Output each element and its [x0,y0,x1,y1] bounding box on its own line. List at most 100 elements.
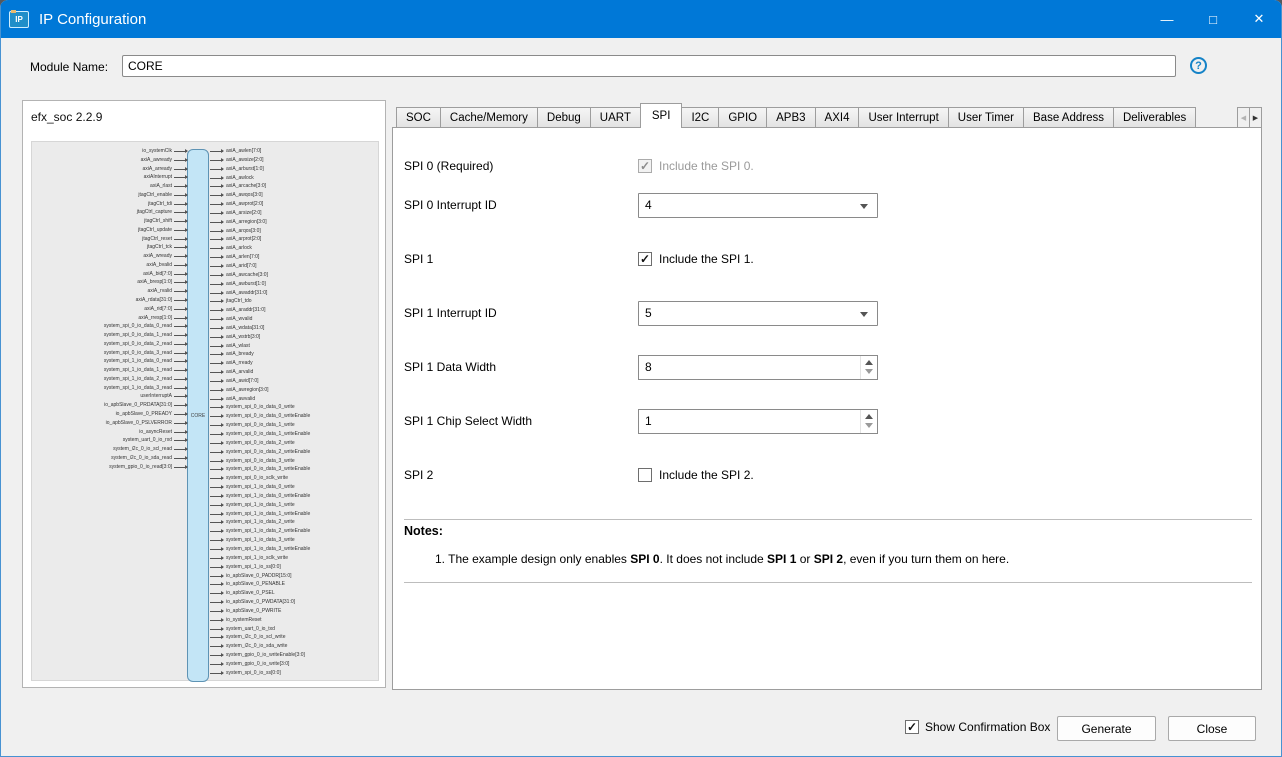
close-button[interactable]: Close [1168,716,1256,741]
module-name-input[interactable] [122,55,1176,77]
signal-label: system_i2c_0_io_sda_write [226,643,288,650]
spi1-interrupt-row: SPI 1 Interrupt ID 5 [404,300,878,326]
output-signal-row: axiA_arburst[1:0] [210,166,380,172]
notes-separator-top [404,519,1252,520]
output-signal-row: io_apbSlave_0_PADDR[15:0] [210,573,380,579]
signal-label: system_spi_0_io_data_2_write [226,439,295,446]
output-signal-row: system_spi_1_io_data_2_writeEnable [210,529,380,534]
ip-configuration-window: IP IP Configuration — □ ✕ Module Name: ?… [0,0,1282,757]
generate-button[interactable]: Generate [1057,716,1156,741]
signal-label: system_spi_0_io_data_3_write [226,457,295,464]
tab-label: Deliverables [1122,111,1187,124]
tab[interactable]: APB3 [766,107,816,128]
signal-label: io_apbSlave_0_PRDATA[31:0] [104,402,172,409]
spinner-up-icon[interactable] [865,414,873,419]
minimize-button[interactable]: — [1144,0,1190,38]
output-signal-row: axiA_arregion[3:0] [210,219,380,225]
signal-label: jtagCtrl_tck [146,244,172,251]
output-signal-row: system_i2c_0_io_sda_write [210,644,380,649]
spi1-interrupt-value: 5 [645,306,652,320]
spi1-interrupt-dropdown[interactable]: 5 [638,300,878,326]
spinner-down-icon[interactable] [865,369,873,374]
output-signal-row: axiA_arqos[3:0] [210,227,380,234]
signal-label: system_spi_1_io_data_1_read [103,367,172,374]
notes-separator-bottom [404,582,1252,583]
signal-label: system_uart_0_io_txd [226,625,275,632]
signal-arrow [174,219,188,224]
show-confirmation-checkbox[interactable]: ✓ [905,720,919,734]
signal-label: io_apbSlave_0_PSEL [226,590,275,597]
tab[interactable]: Cache/Memory [439,107,538,128]
tab-label: Cache/Memory [449,111,528,124]
spi1-include-text: Include the SPI 1. [659,252,754,266]
spi1-chip-select-label: SPI 1 Chip Select Width [404,414,533,428]
tab[interactable]: User Interrupt [858,107,949,128]
output-signal-row: system_spi_1_io_data_0_write [210,485,380,490]
spi1-include-checkbox[interactable]: ✓ [638,252,652,266]
tab[interactable]: Debug [536,107,591,128]
tab-label: Debug [546,111,581,124]
spi2-include-checkbox[interactable] [638,468,652,482]
tab[interactable]: UART [589,107,641,128]
signal-arrow [174,289,188,294]
output-signal-row: io_systemReset [210,617,380,623]
spi1-data-width-spinner[interactable]: 8 [638,354,878,380]
spi-tab-pane: SPI 0 (Required) ✓ Include the SPI 0. SP… [392,127,1262,690]
notes-title: Notes: [404,524,443,538]
signal-arrow [210,343,224,348]
signal-label: system_spi_0_io_sclk_write [226,475,288,482]
tab[interactable]: Base Address [1023,107,1114,128]
spinner-up-icon[interactable] [865,360,873,365]
signal-arrow [210,246,224,251]
signal-label: system_spi_1_io_data_1_writeEnable [226,510,311,517]
spi0-include-text: Include the SPI 0. [659,159,754,173]
signal-arrow [210,175,224,180]
output-signal-row: system_spi_1_io_sclk_write [210,555,380,561]
signal-label: axiA_bid[7:0] [143,270,172,277]
spi0-include-checkbox[interactable]: ✓ [638,159,652,173]
spinner-arrows[interactable] [860,409,877,433]
signal-label: axiA_arready [142,165,172,172]
spi0-interrupt-dropdown[interactable]: 4 [638,192,878,218]
signal-arrow [174,166,188,171]
maximize-button[interactable]: □ [1190,0,1236,38]
window-title: IP Configuration [39,10,147,28]
tab-scroll-right-button[interactable]: ▶ [1249,107,1262,128]
spinner-down-icon[interactable] [865,423,873,428]
output-signal-row: system_spi_0_io_data_1_write [210,423,380,428]
tab[interactable]: User Timer [947,107,1025,128]
output-signal-row: system_spi_0_io_data_2_write [210,439,380,446]
signal-arrow [210,308,224,313]
tab[interactable]: SOC [396,107,441,128]
output-signal-row: system_spi_0_io_sclk_write [210,476,380,481]
tab-bar: SOC Cache/Memory Debug UART SPI I2C GPIO… [392,103,1262,128]
output-signal-row: io_apbSlave_0_PENABLE [210,582,380,587]
output-signal-row: axiA_awburst[1:0] [210,280,380,287]
signal-label: axiA_arlen[7:0] [226,254,260,261]
input-signal-row: axiAInterrupt [32,175,188,180]
signal-arrow [174,455,188,460]
signal-label: axiA_arqos[3:0] [226,227,261,234]
signal-label: system_spi_1_io_data_0_writeEnable [226,492,311,499]
tab[interactable]: SPI [639,103,683,128]
tab[interactable]: GPIO [718,107,768,128]
signal-arrow [210,299,224,304]
output-signal-row: axiA_wstrb[3:0] [210,334,380,340]
tab[interactable]: Deliverables [1112,107,1197,128]
signal-label: system_gpio_0_io_read[3:0] [109,463,172,470]
output-signal-row: axiA_awqos[3:0] [210,193,380,198]
close-window-button[interactable]: ✕ [1236,0,1282,38]
signal-arrow [174,315,188,320]
output-signal-row: system_spi_0_io_data_0_writeEnable [210,414,380,419]
signal-label: axiA_awburst[1:0] [226,280,266,287]
signal-arrow [210,352,224,357]
signal-label: system_spi_0_io_data_3_read [103,349,172,356]
help-icon[interactable]: ? [1190,57,1207,74]
signal-arrow [210,334,224,339]
input-signal-row: jtagCtrl_tck [32,244,188,251]
tab[interactable]: AXI4 [814,107,860,128]
output-signal-row: axiA_awprot[2:0] [210,202,380,207]
tab[interactable]: I2C [681,107,720,128]
spinner-arrows[interactable] [860,355,877,379]
spi1-chip-select-spinner[interactable]: 1 [638,408,878,434]
